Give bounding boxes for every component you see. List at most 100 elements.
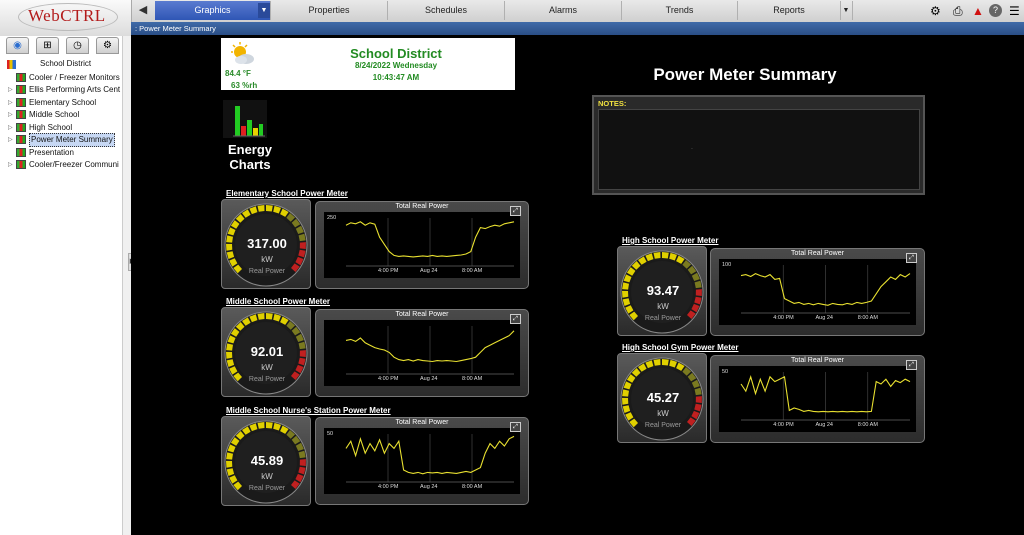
graphic-page-icon — [16, 98, 26, 107]
x-axis-tick-label: 8:00 AM — [462, 484, 483, 490]
x-axis-tick-label: 4:00 PM — [378, 484, 399, 490]
trend-chart[interactable]: Total Real Power ⤢ 50 4:00 PM Aug 24 8:00 AM — [710, 355, 925, 443]
trend-chart[interactable]: Total Real Power ⤢ 4:00 PM Aug 24 8:00 AM — [315, 309, 529, 397]
geographic-tree-icon[interactable]: ◉ — [6, 37, 29, 54]
x-axis-tick-label: 4:00 PM — [378, 376, 399, 382]
gauge-unit: kW — [261, 363, 273, 372]
trend-title: Total Real Power — [395, 311, 449, 318]
page-title: Power Meter Summary — [653, 65, 837, 84]
reports-dropdown-icon[interactable]: ▼ — [840, 1, 853, 20]
tree-item-label: Middle School — [29, 110, 80, 119]
gauge-unit: kW — [261, 472, 273, 481]
y-axis-max-label: 50 — [722, 369, 729, 375]
graphic-page-icon — [16, 148, 26, 157]
notes-text: . — [691, 144, 693, 151]
gauge-caption: Real Power — [644, 422, 682, 429]
x-axis-tick-label: 4:00 PM — [773, 315, 794, 321]
y-axis-max-label: 50 — [327, 431, 334, 437]
tree-item-label: Elementary School — [29, 98, 97, 107]
notes-textarea[interactable]: . — [598, 109, 920, 190]
gauge-caption: Real Power — [644, 315, 682, 322]
power-gauge: 92.01 kW Real Power — [221, 307, 311, 397]
sidebar-tabs: ◉ ⊞ ◷ ⚙ — [6, 36, 126, 54]
gauge-unit: kW — [657, 302, 669, 311]
energy-charts-icon[interactable] — [223, 100, 267, 138]
back-arrow-icon[interactable]: ◀ — [136, 3, 150, 18]
tab-properties[interactable]: Properties — [271, 1, 388, 20]
x-axis-tick-label: 8:00 AM — [462, 376, 483, 382]
x-axis-tick-label: 4:00 PM — [773, 422, 794, 428]
toolbar-icons: ⚙ ⎙ ▲ ? ☰ — [925, 0, 1024, 22]
x-axis-tick-label: Aug 24 — [815, 422, 833, 428]
header-panel: 84.4 °F 63 %rh School District 8/24/2022… — [221, 38, 515, 90]
gauge-segment — [266, 313, 273, 320]
meter-title[interactable]: Elementary School Power Meter — [226, 189, 348, 198]
district-title: School District — [350, 46, 442, 61]
trend-title: Total Real Power — [791, 357, 844, 364]
power-gauge: 317.00 kW Real Power — [221, 199, 311, 289]
meter-title[interactable]: High School Gym Power Meter — [622, 343, 738, 352]
trend-title: Total Real Power — [395, 203, 449, 210]
trend-title: Total Real Power — [395, 419, 449, 426]
x-axis-tick-label: 8:00 AM — [857, 315, 878, 321]
meter-title[interactable]: Middle School Power Meter — [226, 297, 330, 306]
graphic-page-icon — [16, 73, 26, 82]
gauge-unit: kW — [261, 255, 273, 264]
meter-title[interactable]: Middle School Nurse's Station Power Mete… — [226, 406, 391, 415]
tab-alarms[interactable]: Alarms — [505, 1, 622, 20]
trend-title: Total Real Power — [791, 250, 844, 257]
x-axis-tick-label: 8:00 AM — [462, 268, 483, 274]
tab-reports[interactable]: Reports — [738, 1, 841, 20]
meter-title[interactable]: High School Power Meter — [622, 236, 718, 245]
graphic-page-icon — [16, 135, 26, 144]
expand-arrow-icon[interactable]: ▷ — [8, 159, 13, 171]
config-tree-icon[interactable]: ⚙ — [96, 37, 119, 54]
printer-icon[interactable]: ⎙ — [953, 3, 963, 19]
y-axis-max-label: 250 — [327, 215, 337, 221]
notes-panel: NOTES: . — [592, 95, 925, 195]
x-axis-tick-label: 8:00 AM — [857, 422, 878, 428]
steering-wheel-icon[interactable]: ⚙ — [930, 3, 941, 19]
trend-chart[interactable]: Total Real Power ⤢ 100 4:00 PM Aug 24 8:00 AM — [710, 248, 925, 336]
alarm-warning-icon[interactable]: ▲ — [972, 3, 984, 19]
gauge-unit: kW — [657, 409, 669, 418]
tab-schedules[interactable]: Schedules — [388, 1, 505, 20]
power-gauge: 93.47 kW Real Power — [617, 246, 707, 336]
expand-arrow-icon[interactable]: ▷ — [8, 122, 13, 134]
app-logo: WebCTRL — [28, 6, 106, 25]
tab-graphics[interactable]: Graphics — [155, 1, 271, 20]
expand-arrow-icon[interactable]: ▷ — [8, 109, 13, 121]
tree-item-label: Presentation — [29, 148, 74, 157]
network-tree-icon[interactable]: ⊞ — [36, 37, 59, 54]
outdoor-temperature: 84.4 °F — [225, 69, 251, 78]
x-axis-tick-label: Aug 24 — [420, 484, 438, 490]
gauge-segment — [266, 205, 273, 212]
expand-arrow-icon[interactable]: ▷ — [8, 97, 13, 109]
tree-root[interactable]: School District — [40, 59, 91, 68]
expand-arrow-icon[interactable]: ▷ — [8, 134, 13, 146]
gauge-value: 45.27 — [646, 390, 680, 405]
energy-charts-link[interactable]: Energy Charts — [215, 142, 285, 172]
tree-item-label: Ellis Performing Arts Cent — [29, 85, 121, 94]
gauge-value: 93.47 — [646, 283, 680, 298]
graphic-page-icon — [16, 123, 26, 132]
x-axis-tick-label: Aug 24 — [815, 315, 833, 321]
graphics-dropdown-icon[interactable]: ▼ — [258, 3, 270, 18]
help-icon[interactable]: ? — [989, 4, 1002, 17]
tree-item-label: Cooler / Freezer Monitors — [29, 73, 120, 82]
power-gauge: 45.89 kW Real Power — [221, 416, 311, 506]
schedule-tree-icon[interactable]: ◷ — [66, 37, 89, 54]
graphic-page-icon — [16, 160, 26, 169]
tree-item-label: Cooler/Freezer Communi — [29, 160, 119, 169]
gauge-value: 92.01 — [250, 344, 284, 359]
expand-arrow-icon[interactable]: ▷ — [8, 84, 13, 96]
gauge-caption: Real Power — [248, 268, 286, 275]
logo-area: WebCTRL — [0, 0, 132, 36]
tab-trends[interactable]: Trends — [622, 1, 738, 20]
root-building-icon — [7, 60, 16, 69]
trend-chart[interactable]: Total Real Power ⤢ 250 4:00 PM Aug 24 8:00 AM — [315, 201, 529, 289]
trend-chart[interactable]: Total Real Power ⤢ 50 4:00 PM Aug 24 8:00 AM — [315, 417, 529, 505]
outdoor-humidity: 63 %rh — [231, 81, 258, 90]
menu-icon[interactable]: ☰ — [1009, 3, 1020, 19]
power-gauge: 45.27 kW Real Power — [617, 353, 707, 443]
